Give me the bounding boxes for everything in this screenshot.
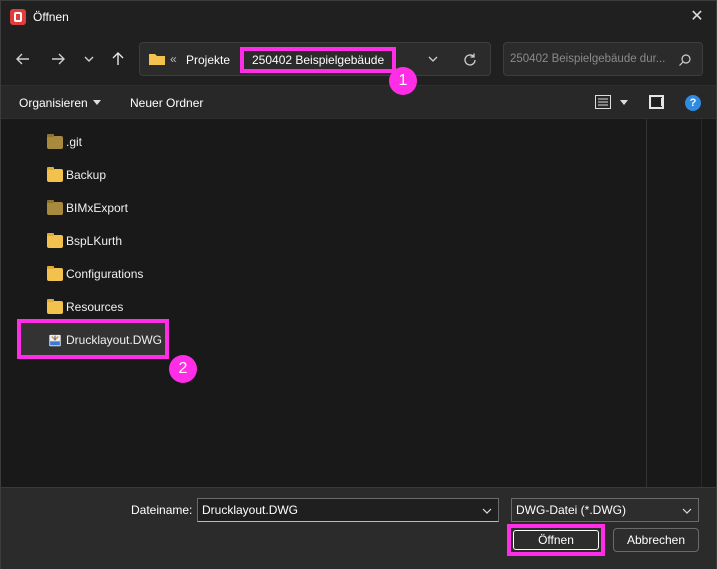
view-details-icon[interactable] (595, 95, 611, 109)
open-button[interactable]: Öffnen (513, 530, 599, 550)
file-name: Drucklayout.DWG (66, 333, 163, 347)
file-name: Resources (66, 300, 124, 314)
close-icon[interactable]: ✕ (684, 5, 710, 29)
navigation-bar: « Projekte 250402 Beispielgebäude 250402… (1, 33, 716, 85)
arrow-right-icon[interactable] (46, 47, 70, 71)
file-name: Configurations (66, 267, 144, 281)
list-item-selected[interactable]: Drucklayout.DWG (47, 329, 162, 351)
step-badge-1: 1 (389, 67, 417, 95)
new-folder-button[interactable]: Neuer Ordner (130, 96, 203, 110)
filename-field[interactable]: Drucklayout.DWG (197, 498, 499, 522)
chevron-down-icon[interactable] (482, 506, 492, 516)
organize-chevron-icon[interactable] (93, 100, 101, 105)
refresh-icon[interactable] (462, 52, 478, 68)
list-item[interactable]: BIMxExport (47, 197, 128, 219)
view-options-chevron-icon[interactable] (620, 100, 628, 105)
address-history-chevron-icon[interactable] (426, 52, 440, 66)
command-bar: Organisieren Neuer Ordner ? (1, 85, 716, 119)
window-title: Öffnen (33, 10, 69, 24)
file-name: BIMxExport (66, 201, 129, 215)
list-item[interactable]: Resources (47, 296, 123, 318)
title-bar: Öffnen ✕ (1, 1, 716, 33)
breadcrumb-overflow-icon[interactable]: « (170, 52, 177, 66)
organize-button[interactable]: Organisieren (19, 96, 88, 110)
filename-value: Drucklayout.DWG (202, 503, 299, 517)
help-icon[interactable]: ? (685, 95, 701, 111)
file-list-area: .git Backup BIMxExport BspLKurth Configu… (1, 119, 716, 487)
folder-icon (47, 265, 63, 281)
filetype-value: DWG-Datei (*.DWG) (516, 503, 626, 517)
cancel-button[interactable]: Abbrechen (613, 528, 699, 552)
step-badge-2: 2 (169, 355, 197, 383)
preview-pane-icon[interactable] (649, 95, 664, 109)
folder-icon (47, 298, 63, 314)
search-icon[interactable] (678, 53, 692, 67)
list-item[interactable]: Configurations (47, 263, 143, 285)
breadcrumb-current-folder[interactable]: 250402 Beispielgebäude (240, 47, 396, 73)
search-input[interactable]: 250402 Beispielgebäude dur... (503, 42, 703, 76)
chevron-down-icon[interactable] (77, 47, 101, 71)
folder-icon (47, 166, 63, 182)
list-item[interactable]: BspLKurth (47, 230, 122, 252)
search-placeholder: 250402 Beispielgebäude dur... (510, 53, 666, 65)
list-item[interactable]: .git (47, 131, 82, 153)
list-item[interactable]: Backup (47, 164, 106, 186)
folder-icon (149, 54, 165, 65)
filename-label: Dateiname: (131, 503, 193, 517)
file-name: Backup (66, 168, 107, 182)
open-button-highlight: Öffnen (507, 524, 605, 556)
folder-icon (47, 232, 63, 248)
arrow-left-icon[interactable] (11, 47, 35, 71)
file-name: .git (66, 135, 83, 149)
filetype-select[interactable]: DWG-Datei (*.DWG) (511, 498, 699, 522)
arrow-up-icon[interactable] (106, 47, 130, 71)
scrollbar-track[interactable] (701, 119, 702, 487)
open-dialog: Öffnen ✕ « Projekte 250402 Beispielgebäu… (0, 0, 717, 569)
file-name: BspLKurth (66, 234, 123, 248)
breadcrumb-projekte[interactable]: Projekte (186, 53, 230, 67)
preview-pane-divider[interactable] (646, 119, 647, 487)
folder-icon (47, 199, 63, 215)
address-bar[interactable]: « Projekte 250402 Beispielgebäude (139, 42, 491, 76)
dialog-footer: Dateiname: Drucklayout.DWG DWG-Datei (*.… (1, 487, 716, 569)
dwg-app-icon (10, 9, 26, 25)
chevron-down-icon[interactable] (682, 506, 692, 516)
dwg-file-icon (49, 334, 61, 346)
folder-icon (47, 133, 63, 149)
